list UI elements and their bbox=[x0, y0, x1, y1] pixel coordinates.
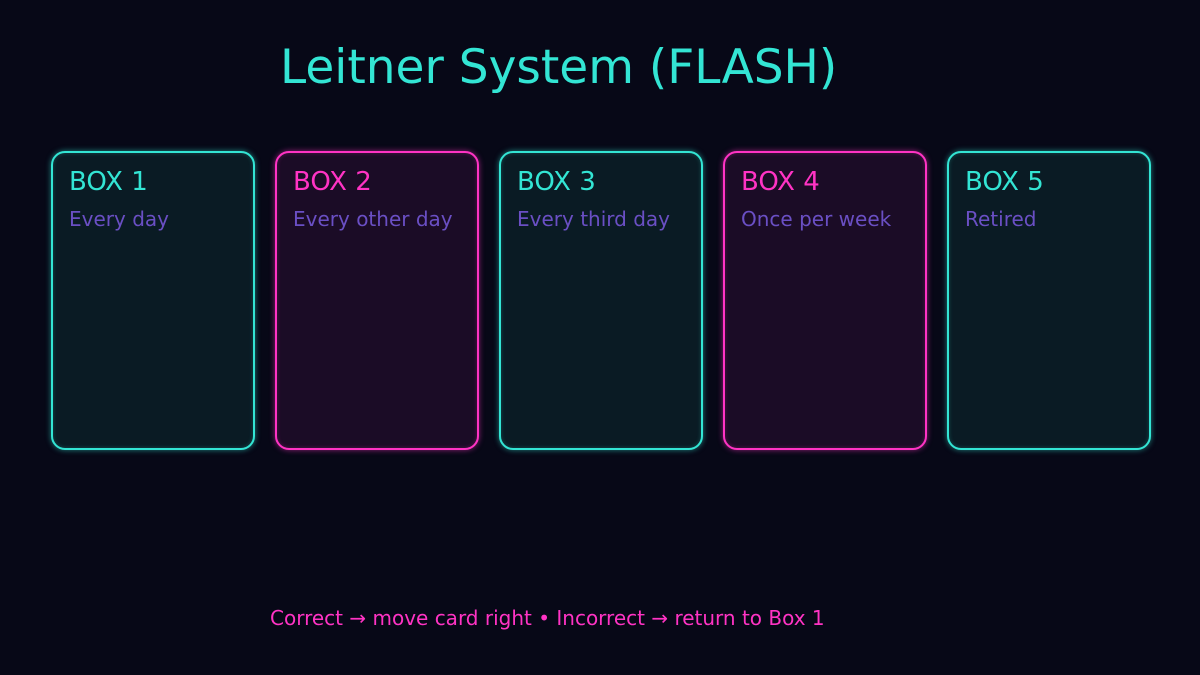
box-2: BOX 2 Every other day bbox=[275, 151, 479, 450]
box-3: BOX 3 Every third day bbox=[499, 151, 703, 450]
box-4: BOX 4 Once per week bbox=[723, 151, 927, 450]
leitner-boxes: BOX 1 Every day BOX 2 Every other day BO… bbox=[0, 0, 1200, 675]
box-1: BOX 1 Every day bbox=[51, 151, 255, 450]
box-schedule: Every day bbox=[69, 207, 169, 231]
box-name: BOX 1 bbox=[69, 167, 148, 197]
box-schedule: Every other day bbox=[293, 207, 453, 231]
rule-caption: Correct → move card right • Incorrect → … bbox=[270, 606, 825, 630]
box-schedule: Retired bbox=[965, 207, 1037, 231]
box-schedule: Once per week bbox=[741, 207, 892, 231]
box-name: BOX 3 bbox=[517, 167, 596, 197]
box-name: BOX 2 bbox=[293, 167, 372, 197]
box-name: BOX 4 bbox=[741, 167, 820, 197]
box-name: BOX 5 bbox=[965, 167, 1044, 197]
box-5: BOX 5 Retired bbox=[947, 151, 1151, 450]
box-schedule: Every third day bbox=[517, 207, 670, 231]
